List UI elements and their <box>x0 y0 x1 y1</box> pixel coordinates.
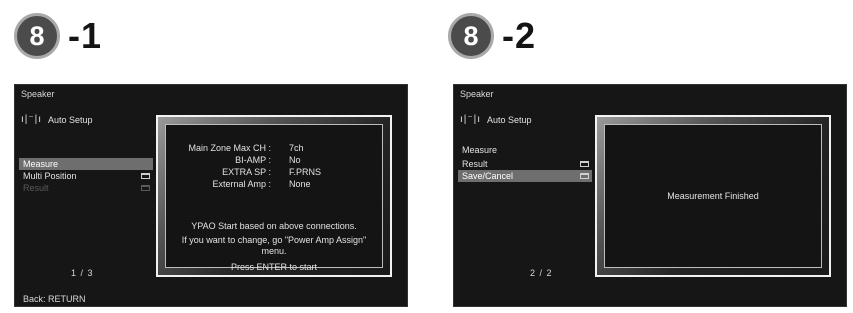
back-return-hint: Back: RETURN <box>23 294 86 304</box>
step-number-badge: 8 <box>14 13 60 59</box>
info-panel-inner: Main Zone Max CH : 7ch BI-AMP : No EXTRA… <box>165 124 383 272</box>
menu-item-label: Save/Cancel <box>462 171 514 181</box>
info-value: F.PRNS <box>289 167 322 177</box>
setup-menu: Measure Result Save/Cancel <box>458 144 592 182</box>
speaker-icon: ı|⁻|ı <box>460 114 482 125</box>
status-panel-inner: Measurement Finished <box>604 124 822 268</box>
step-sub-label: -1 <box>68 15 103 56</box>
step-heading-1: 8 -1 <box>14 12 102 60</box>
folder-icon <box>141 185 150 191</box>
measurement-finished-message: Measurement Finished <box>667 191 759 201</box>
info-value: No <box>289 155 301 165</box>
folder-icon <box>580 161 589 167</box>
auto-setup-title: ı|⁻|ı Auto Setup <box>21 114 93 125</box>
menu-item-label: Result <box>462 159 488 169</box>
info-panel: Main Zone Max CH : 7ch BI-AMP : No EXTRA… <box>156 115 392 277</box>
menu-item-save-cancel[interactable]: Save/Cancel <box>458 170 592 182</box>
menu-item-label: Multi Position <box>23 171 77 181</box>
tv-screen-1: Speaker ı|⁻|ı Auto Setup Measure Multi P… <box>14 84 408 307</box>
change-hint-message: If you want to change, go "Power Amp Ass… <box>181 235 367 245</box>
auto-setup-title: ı|⁻|ı Auto Setup <box>460 114 532 125</box>
info-label: EXTRA SP : <box>222 167 271 177</box>
setup-menu: Measure Multi Position Result <box>19 158 153 194</box>
menu-item-label: Measure <box>462 145 498 155</box>
menu-item-label: Measure <box>23 159 59 169</box>
info-label: Main Zone Max CH : <box>188 143 271 153</box>
auto-setup-label: Auto Setup <box>487 114 532 125</box>
info-label: BI-AMP : <box>235 155 271 165</box>
info-label: External Amp : <box>212 179 271 189</box>
menu-item-result[interactable]: Result <box>458 158 592 170</box>
step-heading-2: 8 -2 <box>448 12 536 60</box>
info-value: None <box>289 179 311 189</box>
status-panel: Measurement Finished <box>595 115 831 277</box>
screen-header: Speaker <box>460 89 494 99</box>
menu-item-measure[interactable]: Measure <box>458 144 592 156</box>
page-indicator: 2 / 2 <box>530 268 553 278</box>
page-indicator: 1 / 3 <box>71 268 94 278</box>
folder-icon <box>141 173 150 179</box>
ypao-start-message: YPAO Start based on above connections. <box>191 221 357 231</box>
press-enter-message: Press ENTER to start <box>230 262 318 272</box>
menu-item-result: Result <box>19 182 153 194</box>
menu-item-multi-position[interactable]: Multi Position <box>19 170 153 182</box>
speaker-icon: ı|⁻|ı <box>21 114 43 125</box>
auto-setup-label: Auto Setup <box>48 114 93 125</box>
menu-item-label: Result <box>23 183 49 193</box>
tv-screen-2: Speaker ı|⁻|ı Auto Setup Measure Result … <box>453 84 847 307</box>
info-value: 7ch <box>289 143 304 153</box>
menu-item-measure[interactable]: Measure <box>19 158 153 170</box>
step-sub-label: -2 <box>502 15 537 56</box>
folder-icon <box>580 173 589 179</box>
change-hint-message-cont: menu. <box>261 246 287 256</box>
step-number-badge: 8 <box>448 13 494 59</box>
screen-header: Speaker <box>21 89 55 99</box>
